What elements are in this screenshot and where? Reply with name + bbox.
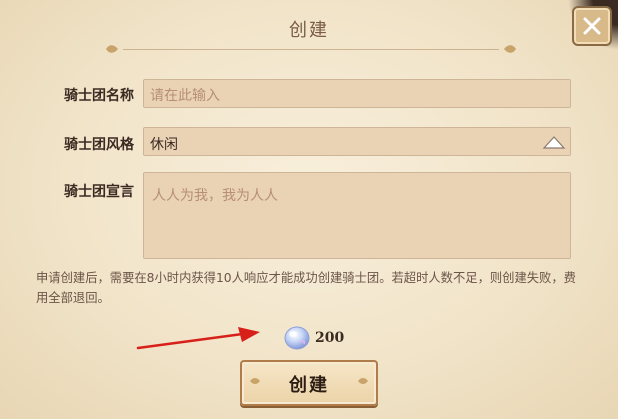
red-arrow-annotation (136, 327, 260, 350)
triangle-up-icon[interactable] (542, 134, 566, 150)
guild-name-input[interactable]: 请在此输入 (143, 79, 571, 108)
guild-style-value: 休闲 (150, 137, 178, 153)
guild-declaration-placeholder: 人人为我，我为人人 (152, 188, 278, 204)
cost-display: 200 (283, 325, 344, 351)
leaf-ornament-icon (358, 378, 368, 384)
guild-style-label: 骑士团风格 (64, 137, 134, 153)
guild-declaration-textarea[interactable]: 人人为我，我为人人 (143, 172, 571, 259)
cost-amount: 200 (315, 330, 345, 346)
guild-declaration-label: 骑士团宣言 (64, 184, 134, 200)
guild-style-select[interactable]: 休闲 (143, 127, 571, 156)
guild-name-label: 骑士团名称 (64, 88, 134, 104)
create-guild-dialog: 创建 骑士团名称 请在此输入 骑士团风格 休闲 骑士团宣言 人人为我，我为人人 … (0, 0, 618, 419)
crystal-gem-icon (284, 326, 310, 350)
dialog-title: 创建 (289, 20, 329, 41)
leaf-ornament-icon (504, 45, 516, 53)
title-divider (105, 42, 517, 56)
leaf-ornament-icon (106, 45, 118, 53)
create-rules-note: 申请创建后，需要在8小时内获得10人响应才能成功创建骑士团。若超时人数不足，则创… (36, 271, 576, 305)
guild-name-placeholder: 请在此输入 (150, 88, 220, 104)
create-button[interactable]: 创建 (240, 360, 378, 406)
